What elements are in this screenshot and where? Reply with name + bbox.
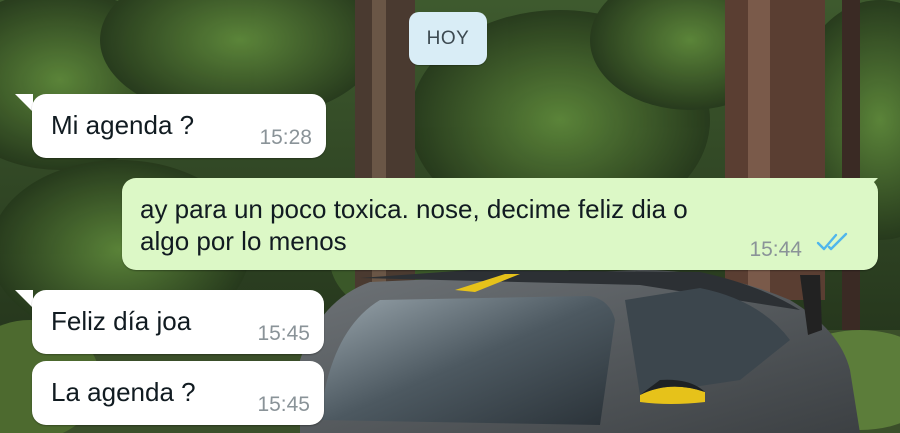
outgoing-message-bubble[interactable]: ay para un poco toxica. nose, decime fel… <box>122 178 878 270</box>
message-text: Mi agenda ? <box>51 110 195 140</box>
message-timestamp: 15:44 <box>749 238 802 261</box>
date-label: HOY <box>426 27 470 49</box>
incoming-bubble-tail <box>15 94 33 112</box>
message-text-line-1: ay para un poco toxica. nose, decime fel… <box>140 194 688 224</box>
incoming-message-bubble[interactable]: La agenda ? 15:45 <box>32 361 324 425</box>
message-text: Feliz día joa <box>51 306 192 336</box>
incoming-bubble-tail <box>15 290 33 308</box>
double-check-icon <box>816 229 852 260</box>
message-timestamp: 15:28 <box>259 126 312 149</box>
message-timestamp: 15:45 <box>257 393 310 416</box>
incoming-message-bubble[interactable]: Mi agenda ? 15:28 <box>32 94 326 158</box>
incoming-message-bubble[interactable]: Feliz día joa 15:45 <box>32 290 324 354</box>
message-timestamp: 15:45 <box>257 322 310 345</box>
message-text-line-2: algo por lo menos <box>140 226 347 256</box>
chat-conversation: HOY Mi agenda ? 15:28 ay para un poco to… <box>0 0 900 433</box>
message-text: La agenda ? <box>51 377 196 407</box>
date-separator-chip: HOY <box>409 12 487 65</box>
